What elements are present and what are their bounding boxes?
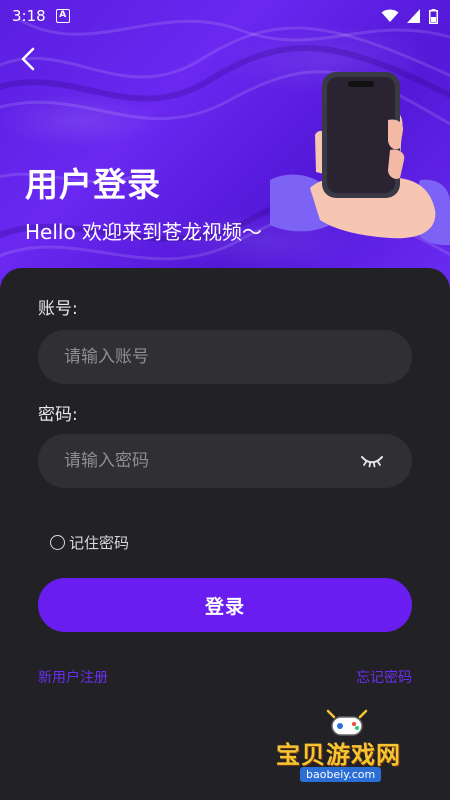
chevron-left-icon (21, 47, 35, 71)
password-field[interactable] (38, 434, 412, 488)
watermark: 宝贝游戏网 baobeiy.com (272, 705, 422, 790)
hero-banner: 3:18 A 用户登录 Hello 欢迎来到苍龙视频～ (0, 0, 450, 300)
page-subtitle: Hello 欢迎来到苍龙视频～ (25, 220, 263, 244)
forgot-password-link[interactable]: 忘记密码 (356, 667, 412, 687)
back-button[interactable] (14, 44, 42, 74)
phone-in-hand-illustration (270, 72, 450, 246)
password-input[interactable] (64, 451, 358, 471)
eye-closed-icon (361, 456, 383, 468)
account-label: 账号: (38, 299, 78, 319)
page-title: 用户登录 (25, 165, 161, 204)
remember-radio-icon[interactable] (50, 535, 65, 550)
watermark-url: baobeiy.com (300, 767, 382, 782)
status-icons (381, 8, 438, 24)
remember-password-label: 记住密码 (69, 534, 130, 552)
signal-icon (407, 9, 420, 23)
password-label: 密码: (38, 405, 78, 425)
watermark-text: 宝贝游戏网 (276, 741, 401, 769)
status-time: 3:18 (12, 7, 46, 25)
status-bar: 3:18 A (0, 0, 450, 32)
wifi-icon (381, 9, 399, 22)
login-button[interactable]: 登录 (38, 578, 412, 632)
notification-a-icon: A (55, 9, 70, 23)
account-input[interactable] (64, 347, 386, 367)
account-field[interactable] (38, 330, 412, 384)
register-link[interactable]: 新用户注册 (38, 667, 108, 687)
remember-password-checkbox[interactable]: 记住密码 (50, 532, 129, 553)
password-visibility-toggle[interactable] (358, 451, 386, 471)
battery-icon (429, 8, 438, 24)
